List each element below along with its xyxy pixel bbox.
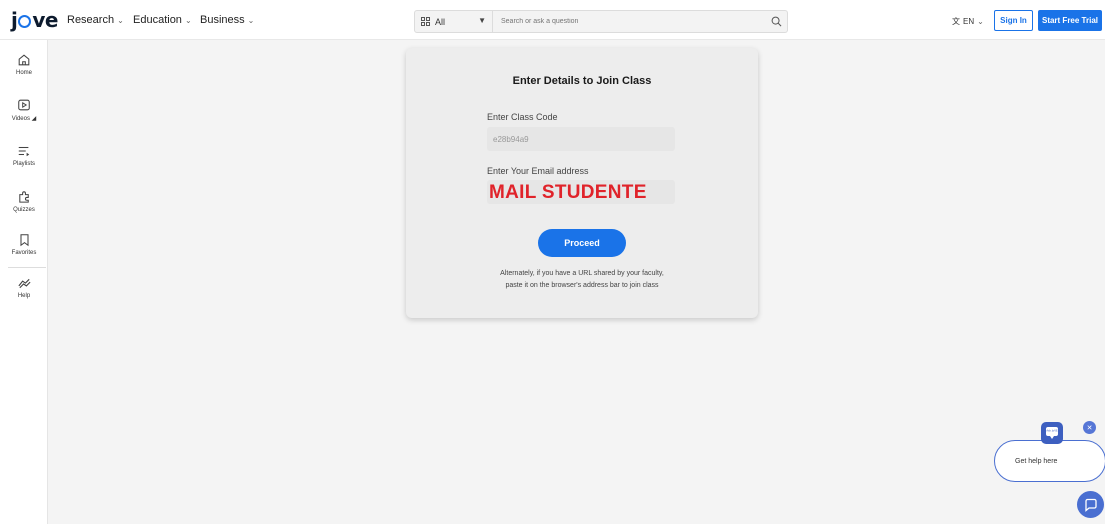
sidebar-item-favorites[interactable]: Favorites [0, 233, 48, 256]
search-icon[interactable] [765, 11, 787, 32]
top-navigation-bar: j ve Research ⌄ Education ⌄ Business ⌄ Al… [0, 0, 1105, 40]
language-selector[interactable]: 文 EN ⌄ [952, 16, 984, 27]
sign-in-button[interactable]: Sign In [994, 10, 1033, 31]
bookmark-icon [19, 234, 29, 247]
sidebar-item-label: Videos ◢ [11, 116, 37, 122]
sidebar-item-videos[interactable]: Videos ◢ [0, 98, 48, 122]
chat-button[interactable] [1077, 491, 1104, 518]
logo-text-right: ve [32, 8, 58, 32]
chevron-down-icon: ⌄ [977, 17, 984, 26]
sidebar-item-home[interactable]: Home [0, 53, 48, 76]
get-help-label: Get help here [1015, 457, 1058, 465]
home-icon [18, 54, 30, 66]
sidebar-item-label: Quizzes [13, 207, 35, 213]
sidebar: Home Videos ◢ Playlists Quizzes Favorite… [0, 40, 48, 524]
sidebar-item-label: Help [17, 293, 31, 299]
sidebar-item-label: Home [15, 70, 32, 76]
chevron-down-icon: ⌄ [247, 15, 255, 25]
search-bar: All ▼ [414, 10, 788, 33]
close-icon[interactable]: ✕ [1083, 421, 1096, 434]
alternate-instructions: Alternately, if you have a URL shared by… [406, 268, 758, 292]
email-overlay-annotation: MAIL STUDENTE [489, 182, 647, 203]
nav-business-label: Business [200, 14, 245, 26]
nav-education-label: Education [133, 14, 182, 26]
nav-business[interactable]: Business ⌄ [200, 14, 254, 26]
class-code-field[interactable]: e28b94a9 [487, 127, 675, 151]
translate-icon: 文 [952, 17, 960, 26]
help-bot-icon[interactable]: Ask JoVE [1041, 422, 1063, 444]
search-category-select[interactable]: All ▼ [415, 11, 493, 32]
join-class-title: Enter Details to Join Class [512, 75, 652, 87]
get-help-bubble[interactable]: Get help here [994, 440, 1105, 482]
chevron-down-icon: ▼ [478, 16, 486, 25]
email-label: Enter Your Email address [487, 166, 589, 176]
class-code-label: Enter Class Code [487, 112, 558, 122]
proceed-button[interactable]: Proceed [538, 229, 626, 257]
class-code-value: e28b94a9 [493, 134, 529, 144]
playlist-icon [18, 146, 30, 157]
grid-icon [421, 17, 430, 26]
start-free-trial-button[interactable]: Start Free Trial [1038, 10, 1102, 31]
search-input[interactable] [493, 11, 765, 32]
chevron-down-icon: ⌄ [117, 15, 124, 25]
join-class-card: Enter Details to Join Class Enter Class … [406, 48, 758, 318]
nav-education[interactable]: Education ⌄ [133, 14, 192, 26]
sidebar-item-label: Playlists [12, 161, 35, 167]
video-icon [18, 99, 30, 111]
help-icon [17, 278, 31, 289]
nav-research[interactable]: Research ⌄ [67, 14, 124, 26]
language-label: EN [963, 17, 975, 26]
search-category-label: All [435, 16, 446, 27]
jove-logo[interactable]: j ve [11, 8, 58, 32]
sidebar-item-playlists[interactable]: Playlists [0, 144, 48, 167]
sidebar-item-label: Favorites [11, 250, 37, 256]
logo-text-left: j [11, 8, 18, 32]
puzzle-icon [18, 191, 29, 203]
sidebar-divider [8, 267, 46, 268]
help-bot-text: Ask JoVE [1046, 429, 1058, 433]
logo-o-icon [18, 15, 32, 28]
sidebar-item-quizzes[interactable]: Quizzes [0, 189, 48, 213]
alt-text-line: Alternately, if you have a URL shared by… [500, 270, 664, 277]
sidebar-item-help[interactable]: Help [0, 278, 48, 299]
chevron-down-icon: ⌄ [184, 15, 192, 25]
alt-text-line: paste it on the browser's address bar to… [505, 282, 659, 289]
chat-icon [1084, 498, 1097, 512]
nav-research-label: Research [67, 14, 115, 26]
